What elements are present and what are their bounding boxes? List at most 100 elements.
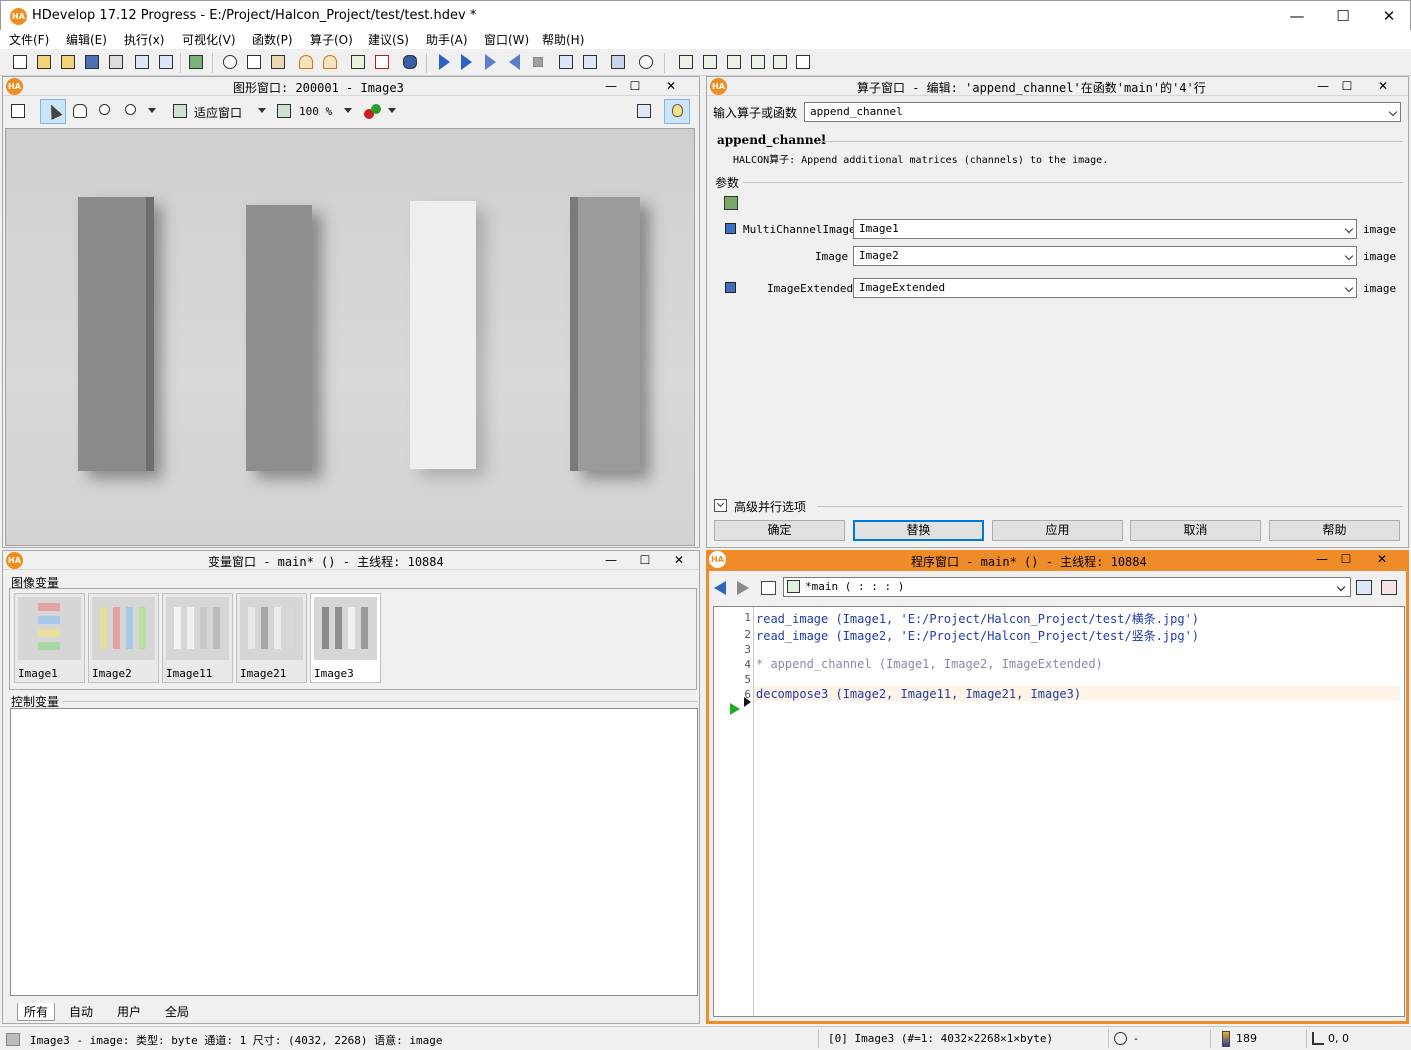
open-program-icon[interactable] <box>34 52 54 72</box>
tab-auto[interactable]: 自动 <box>63 1003 99 1020</box>
menu-file[interactable]: 文件(F) <box>9 31 49 48</box>
procedure-combo[interactable]: *main ( : : : ) <box>783 577 1351 597</box>
step-over-icon[interactable] <box>456 52 476 72</box>
ok-button[interactable]: 确定 <box>714 520 845 541</box>
image-variable-thumb[interactable]: Image2 <box>88 593 159 683</box>
open-recent-icon[interactable] <box>58 52 78 72</box>
pointer-tool-button[interactable] <box>40 99 66 124</box>
panel-maximize-button[interactable]: ☐ <box>1335 77 1359 95</box>
image-variable-thumb[interactable]: Image21 <box>236 593 307 683</box>
code-line[interactable]: read_image (Image2, 'E:/Project/Halcon_P… <box>756 627 1199 644</box>
fit-window-icon[interactable] <box>170 101 190 121</box>
step-back-icon[interactable] <box>504 52 524 72</box>
tab-user[interactable]: 用户 <box>111 1003 147 1020</box>
deactivate-line-icon[interactable] <box>372 52 392 72</box>
reset-program-icon[interactable] <box>556 52 576 72</box>
param-value-combo[interactable]: Image1 <box>853 219 1357 239</box>
copy-icon[interactable] <box>244 52 264 72</box>
param-value-combo[interactable]: Image2 <box>853 246 1357 266</box>
zoom-level-dropdown-arrow-icon[interactable] <box>344 108 352 113</box>
procedure-settings-icon[interactable] <box>1356 580 1372 595</box>
menu-edit[interactable]: 编辑(E) <box>66 31 107 48</box>
menu-visualize[interactable]: 可视化(V) <box>182 31 236 48</box>
menu-window[interactable]: 窗口(W) <box>484 31 529 48</box>
stop-icon[interactable] <box>528 52 548 72</box>
step-forward-icon[interactable] <box>480 52 500 72</box>
chevron-down-icon[interactable] <box>1344 283 1354 293</box>
zoom-level-label[interactable]: 100 % <box>299 105 332 118</box>
panel-close-button[interactable]: ✕ <box>667 551 691 569</box>
chevron-down-icon[interactable] <box>1336 582 1346 592</box>
edit-visualization-icon[interactable] <box>8 101 28 121</box>
chevron-down-icon[interactable] <box>1344 224 1354 234</box>
menu-execute[interactable]: 执行(x) <box>124 31 164 48</box>
cancel-button[interactable]: 取消 <box>1130 520 1261 541</box>
run-icon[interactable] <box>434 52 454 72</box>
profiler-icon[interactable] <box>636 52 656 72</box>
zoom-dropdown-arrow-icon[interactable] <box>148 108 156 113</box>
menu-assistants[interactable]: 助手(A) <box>426 31 468 48</box>
code-line[interactable]: decompose3 (Image2, Image11, Image21, Im… <box>756 687 1081 701</box>
new-program-icon[interactable] <box>10 52 30 72</box>
procedure-edit-icon[interactable] <box>761 581 776 595</box>
zoom-icon[interactable] <box>122 101 142 121</box>
operator-input-combo[interactable]: append_channel <box>804 102 1401 122</box>
redo-icon[interactable] <box>320 52 340 72</box>
fit-window-label[interactable]: 适应窗口 <box>194 104 242 121</box>
image-variable-thumb[interactable]: Image3 <box>310 593 381 683</box>
update-windows-icon[interactable] <box>608 52 628 72</box>
close-button[interactable]: ✕ <box>1366 1 1411 31</box>
panel-maximize-button[interactable]: ☐ <box>1334 550 1358 568</box>
maximize-button[interactable]: ☐ <box>1320 1 1366 31</box>
replace-button[interactable]: 替换 <box>853 520 984 541</box>
find-icon[interactable] <box>400 52 420 72</box>
image-variable-thumb[interactable]: Image1 <box>14 593 85 683</box>
menu-operators[interactable]: 算子(O) <box>310 31 353 48</box>
panel-maximize-button[interactable]: ☐ <box>623 77 647 95</box>
auto-display-button[interactable] <box>664 99 690 124</box>
apply-button[interactable]: 应用 <box>992 520 1123 541</box>
ocr-icon[interactable] <box>793 52 813 72</box>
reset-all-icon[interactable] <box>580 52 600 72</box>
panel-minimize-button[interactable]: — <box>1310 550 1334 568</box>
insert-operator-icon[interactable] <box>186 52 206 72</box>
cut-icon[interactable] <box>220 52 240 72</box>
panel-close-button[interactable]: ✕ <box>659 77 683 95</box>
program-counter-icon[interactable] <box>730 703 740 715</box>
help-button[interactable]: 帮助 <box>1269 520 1400 541</box>
undo-icon[interactable] <box>296 52 316 72</box>
menu-procedures[interactable]: 函数(P) <box>252 31 293 48</box>
color-dropdown-arrow-icon[interactable] <box>388 108 396 113</box>
minimize-button[interactable]: — <box>1274 1 1320 31</box>
gray-histogram-icon[interactable] <box>676 52 696 72</box>
paste-icon[interactable] <box>268 52 288 72</box>
step-out-icon[interactable] <box>156 52 176 72</box>
menu-suggestions[interactable]: 建议(S) <box>368 31 409 48</box>
activate-line-icon[interactable] <box>348 52 368 72</box>
line-chart-icon[interactable] <box>770 52 790 72</box>
forward-arrow-icon[interactable] <box>737 581 749 595</box>
delete-procedure-icon[interactable] <box>1381 580 1397 595</box>
param-value-combo[interactable]: ImageExtended <box>853 278 1357 298</box>
panel-maximize-button[interactable]: ☐ <box>633 551 657 569</box>
back-arrow-icon[interactable] <box>714 581 726 595</box>
panel-minimize-button[interactable]: — <box>599 551 623 569</box>
fit-dropdown-arrow-icon[interactable] <box>258 108 266 113</box>
panel-minimize-button[interactable]: — <box>1311 77 1335 95</box>
measure-icon[interactable] <box>634 101 654 121</box>
save-icon[interactable] <box>82 52 102 72</box>
tab-all[interactable]: 所有 <box>17 1003 56 1021</box>
color-settings-icon[interactable] <box>364 103 382 121</box>
print-icon[interactable] <box>106 52 126 72</box>
magnifier-icon[interactable] <box>96 101 116 121</box>
feature-inspection-icon[interactable] <box>748 52 768 72</box>
panel-close-button[interactable]: ✕ <box>1371 77 1395 95</box>
line-profile-icon[interactable] <box>700 52 720 72</box>
code-line[interactable]: read_image (Image1, 'E:/Project/Halcon_P… <box>756 610 1199 627</box>
feature-histogram-icon[interactable] <box>724 52 744 72</box>
pan-hand-icon[interactable] <box>70 101 90 121</box>
advanced-toggle[interactable] <box>714 499 727 512</box>
menu-help[interactable]: 帮助(H) <box>542 31 584 48</box>
image-variable-thumb[interactable]: Image11 <box>162 593 233 683</box>
code-comment-line[interactable]: * append_channel (Image1, Image2, ImageE… <box>756 657 1103 671</box>
